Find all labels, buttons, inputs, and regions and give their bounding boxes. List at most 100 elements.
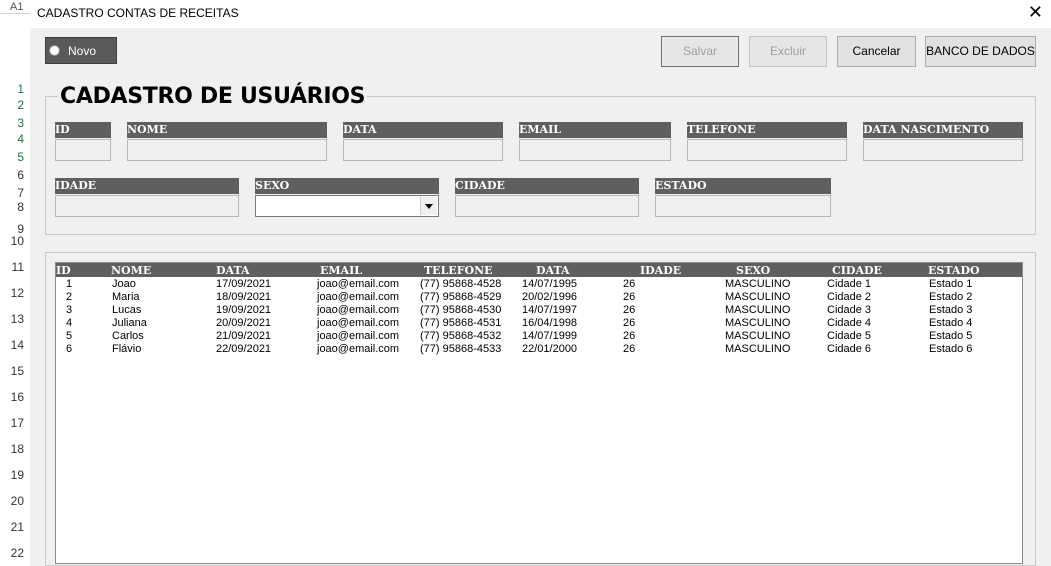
table-cell: 1 [66,278,73,290]
data-input[interactable] [343,139,503,161]
table-cell: Cidade 5 [827,330,872,342]
data-label: DATA [343,122,503,138]
email-input[interactable] [519,139,671,161]
table-row[interactable]: 3 Lucas 19/09/2021 joao@email.com (77) 95868… [56,304,1022,317]
table-cell: joao@email.com [317,304,400,316]
column-header: IDADE [640,264,682,277]
data-nascimento-input[interactable] [863,139,1023,161]
banco-de-dados-button[interactable]: BANCO DE DADOS [925,36,1036,67]
excel-row-number: 4 [17,132,24,146]
id-label: ID [55,122,111,138]
telefone-input[interactable] [687,139,847,161]
table-row[interactable]: 4 Juliana 20/09/2021 joao@email.com (77) 958… [56,317,1022,330]
table-cell: Lucas [112,304,142,316]
excel-row-number: 8 [17,200,24,214]
cell-reference: A1 [0,0,30,14]
table-cell: 18/09/2021 [216,291,272,303]
estado-label: ESTADO [655,178,831,194]
column-header: DATA [536,264,570,277]
column-header: CIDADE [832,264,882,277]
table-cell: Cidade 4 [827,317,872,329]
excel-row-number: 17 [10,416,24,430]
table-cell: Estado 6 [929,343,973,355]
table-cell: joao@email.com [317,291,400,303]
radio-icon[interactable] [49,45,60,56]
table-cell: 20/09/2021 [216,317,272,329]
id-input[interactable] [55,139,111,161]
column-header: SEXO [736,264,771,277]
listbox-header: ID NOME DATA EMAIL TELEFONE DATA IDADE SEXO CIDA… [56,263,1022,277]
table-cell: 19/09/2021 [216,304,272,316]
table-cell: (77) 95868-4532 [420,330,502,342]
table-row[interactable]: 6 Flávio 22/09/2021 joao@email.com (77) 9586… [56,343,1022,356]
excel-row-number: 16 [10,390,24,404]
table-cell: 26 [623,330,636,342]
table-cell: 16/04/1998 [522,317,578,329]
table-cell: 22/09/2021 [216,343,272,355]
table-row[interactable]: 1 Joao 17/09/2021 joao@email.com (77) 95868-… [56,278,1022,291]
column-header: ESTADO [928,264,980,277]
table-cell: 5 [66,330,73,342]
table-cell: joao@email.com [317,330,400,342]
excluir-button[interactable]: Excluir [749,36,827,67]
nome-input[interactable] [127,139,327,161]
close-icon[interactable]: ✕ [1028,2,1043,22]
excel-row-number: 22 [10,546,24,560]
table-cell: joao@email.com [317,317,400,329]
data-nascimento-label: DATA NASCIMENTO [863,122,1023,138]
table-cell: (77) 95868-4533 [420,343,502,355]
novo-option[interactable]: Novo [45,37,117,64]
table-cell: 17/09/2021 [216,278,272,290]
estado-input[interactable] [655,195,831,217]
table-row[interactable]: 2 Maria 18/09/2021 joao@email.com (77) 95868… [56,291,1022,304]
column-header: TELEFONE [424,264,493,277]
idade-label: IDADE [55,178,239,194]
novo-label: Novo [68,44,97,58]
table-cell: Juliana [112,317,147,329]
excel-row-number: 19 [10,468,24,482]
cidade-input[interactable] [455,195,639,217]
excel-row-number: 3 [17,116,24,130]
excel-row-number: 7 [17,186,24,200]
excel-row-number: 15 [10,364,24,378]
table-cell: Estado 5 [929,330,973,342]
cancelar-button[interactable]: Cancelar [837,36,916,67]
table-cell: Estado 1 [929,278,973,290]
table-cell: 26 [623,304,636,316]
excel-row-number: 14 [10,338,24,352]
table-cell: Cidade 6 [827,343,872,355]
table-cell: Estado 3 [929,304,973,316]
table-cell: MASCULINO [725,291,791,303]
excel-row-number: 10 [10,234,24,248]
table-cell: 6 [66,343,73,355]
table-row[interactable]: 5 Carlos 21/09/2021 joao@email.com (77) 9586… [56,330,1022,343]
telefone-label: TELEFONE [687,122,847,138]
table-cell: Cidade 3 [827,304,872,316]
table-cell: 14/07/1999 [522,330,578,342]
table-cell: MASCULINO [725,317,791,329]
excel-row-number: 11 [11,260,24,274]
sexo-combobox[interactable] [255,195,439,217]
table-cell: Joao [112,278,136,290]
table-cell: 22/01/2000 [522,343,578,355]
table-cell: (77) 95868-4528 [420,278,502,290]
table-cell: joao@email.com [317,343,400,355]
idade-input[interactable] [55,195,239,217]
title-bar: CADASTRO CONTAS DE RECEITAS ✕ [30,0,1051,28]
table-cell: 26 [623,317,636,329]
table-cell: (77) 95868-4529 [420,291,502,303]
frame-title: CADASTRO DE USUÁRIOS [58,84,368,109]
column-header: ID [56,264,71,277]
table-cell: MASCULINO [725,278,791,290]
table-cell: Estado 4 [929,317,973,329]
table-cell: joao@email.com [317,278,400,290]
excel-row-number: 20 [10,494,24,508]
table-cell: Estado 2 [929,291,973,303]
chevron-down-icon[interactable] [420,197,437,215]
salvar-button[interactable]: Salvar [661,36,739,67]
users-listbox[interactable]: ID NOME DATA EMAIL TELEFONE DATA IDADE SEXO CIDA… [55,262,1023,564]
excel-row-number: 18 [10,442,24,456]
table-cell: 26 [623,278,636,290]
table-cell: 2 [66,291,73,303]
table-cell: Cidade 2 [827,291,872,303]
